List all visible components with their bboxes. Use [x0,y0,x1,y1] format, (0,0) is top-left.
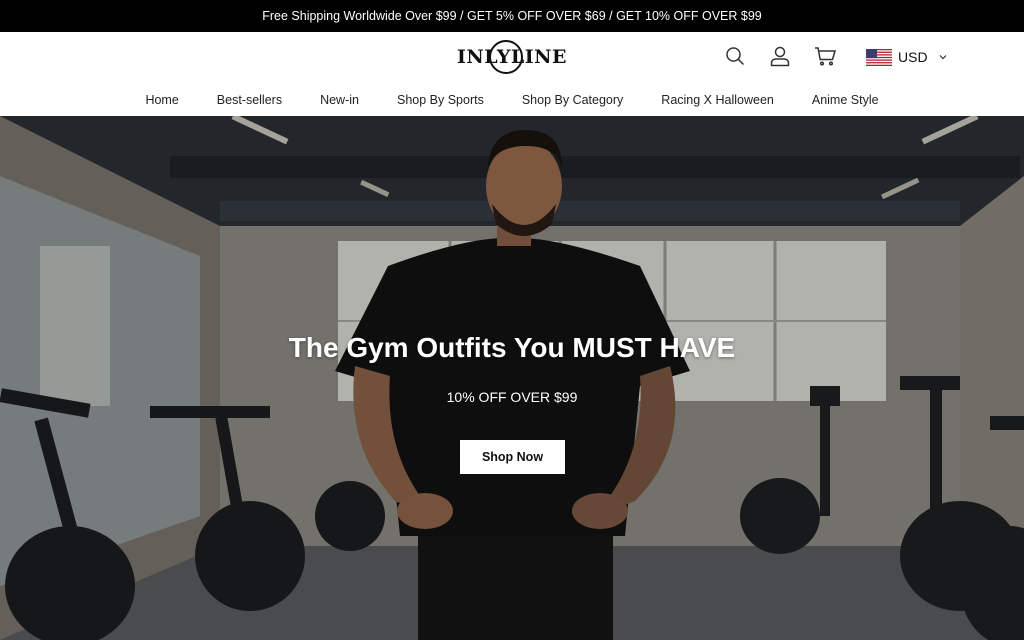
announcement-bar: Free Shipping Worldwide Over $99 / GET 5… [0,0,1024,32]
nav-item-home[interactable]: Home [145,93,178,107]
logo-text: INLYLINE [456,46,568,68]
hero-banner: The Gym Outfits You MUST HAVE 10% OFF OV… [0,116,1024,640]
currency-label: USD [898,49,928,65]
nav-item-shop-by-sports[interactable]: Shop By Sports [397,93,484,107]
nav-item-anime-style[interactable]: Anime Style [812,93,879,107]
site-header: INLYLINE USD [0,32,1024,84]
logo[interactable]: INLYLINE [457,38,567,76]
hero-subtitle: 10% OFF OVER $99 [446,389,578,405]
currency-selector[interactable]: USD [866,46,948,68]
account-icon[interactable] [768,44,792,68]
us-flag-icon [866,48,892,66]
announcement-text: Free Shipping Worldwide Over $99 / GET 5… [262,9,762,23]
chevron-down-icon [939,55,946,60]
shop-now-button[interactable]: Shop Now [460,440,565,474]
search-icon[interactable] [723,44,747,68]
hero-content: The Gym Outfits You MUST HAVE 10% OFF OV… [0,116,1024,640]
cart-icon[interactable] [813,44,837,68]
main-nav: Home Best-sellers New-in Shop By Sports … [0,84,1024,116]
hero-title: The Gym Outfits You MUST HAVE [288,332,736,363]
nav-item-shop-by-category[interactable]: Shop By Category [522,93,623,107]
nav-item-racing-x-halloween[interactable]: Racing X Halloween [661,93,774,107]
nav-item-best-sellers[interactable]: Best-sellers [217,93,282,107]
nav-item-new-in[interactable]: New-in [320,93,359,107]
